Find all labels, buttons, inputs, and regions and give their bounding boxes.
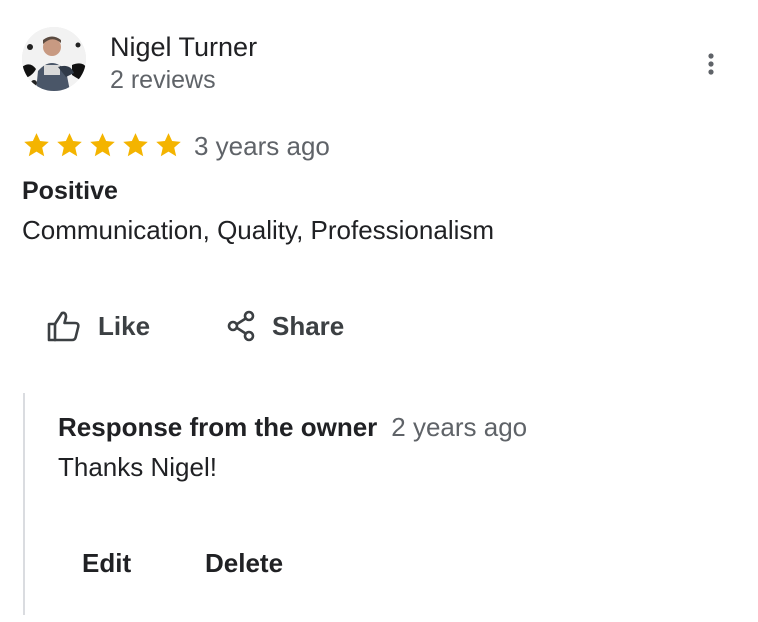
star-icon [156,133,181,157]
reviewer-name[interactable]: Nigel Turner [110,30,257,64]
more-options-button[interactable] [692,44,730,84]
delete-response-button[interactable]: Delete [205,543,283,583]
like-button[interactable]: Like [46,303,150,349]
star-icon [123,133,148,157]
attributes-heading: Positive [22,177,118,205]
share-button[interactable]: Share [226,303,344,349]
owner-response-header: Response from the owner 2 years ago [58,410,527,444]
share-label: Share [272,310,345,341]
share-icon [227,310,255,342]
reviewer-review-count: 2 reviews [110,66,216,94]
more-vert-icon [708,53,714,75]
edit-response-button[interactable]: Edit [82,543,131,583]
avatar-photo [22,27,86,91]
star-icon [57,133,82,157]
star-rating [22,131,183,159]
owner-response: Response from the owner 2 years ago Thank… [23,393,745,615]
review-time: 3 years ago [194,131,330,161]
attributes-values: Communication, Quality, Professionalism [22,215,495,245]
thumb-up-icon [47,311,80,342]
owner-response-time: 2 years ago [391,412,528,442]
star-icon [24,133,49,157]
like-label: Like [98,310,151,341]
avatar[interactable] [22,27,86,91]
star-icon [90,133,115,157]
owner-response-title: Response from the owner [58,412,378,442]
owner-response-text: Thanks Nigel! [58,452,217,482]
